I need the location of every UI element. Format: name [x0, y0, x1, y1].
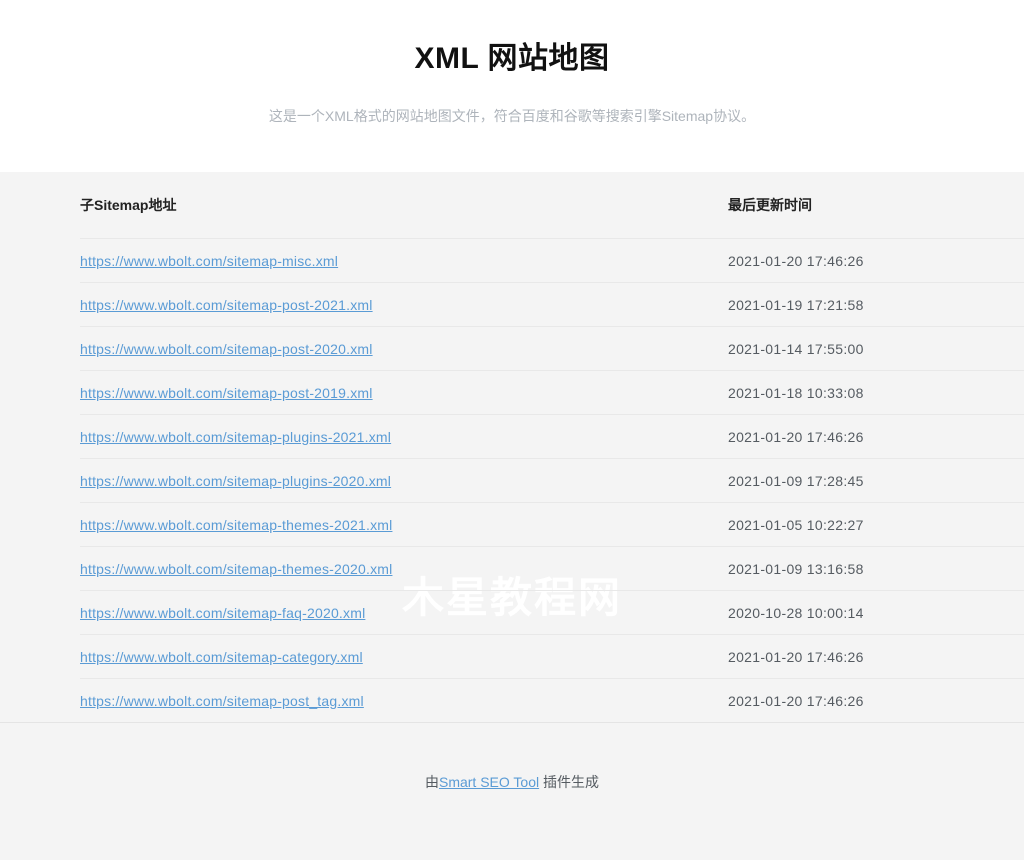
sitemap-lastmod-cell: 2021-01-14 17:55:00	[728, 326, 1024, 371]
page-subtitle: 这是一个XML格式的网站地图文件，符合百度和谷歌等搜索引擎Sitemap协议。	[268, 108, 756, 124]
sitemap-url-cell: https://www.wbolt.com/sitemap-plugins-20…	[80, 414, 728, 459]
table-row: https://www.wbolt.com/sitemap-faq-2020.x…	[80, 590, 1024, 635]
sitemap-url-link[interactable]: https://www.wbolt.com/sitemap-post-2020.…	[80, 341, 373, 357]
column-header-date: 最后更新时间	[728, 172, 1024, 239]
sitemap-lastmod-cell: 2021-01-09 13:16:58	[728, 546, 1024, 591]
sitemap-url-link[interactable]: https://www.wbolt.com/sitemap-post-2021.…	[80, 297, 373, 313]
table-row: https://www.wbolt.com/sitemap-category.x…	[80, 634, 1024, 679]
table-head: 子Sitemap地址 最后更新时间	[80, 172, 1024, 239]
table-row: https://www.wbolt.com/sitemap-post-2021.…	[80, 282, 1024, 327]
footer-suffix-text: 插件生成	[539, 774, 599, 790]
sitemap-url-cell: https://www.wbolt.com/sitemap-post_tag.x…	[80, 679, 728, 723]
sitemap-table: 子Sitemap地址 最后更新时间 https://www.wbolt.com/…	[80, 172, 1024, 722]
page-footer: 由Smart SEO Tool 插件生成	[0, 723, 1024, 792]
sitemap-url-cell: https://www.wbolt.com/sitemap-post-2019.…	[80, 370, 728, 415]
sitemap-url-cell: https://www.wbolt.com/sitemap-category.x…	[80, 634, 728, 679]
table-row: https://www.wbolt.com/sitemap-misc.xml 20…	[80, 238, 1024, 283]
sitemap-lastmod-cell: 2021-01-18 10:33:08	[728, 370, 1024, 415]
sitemap-url-link[interactable]: https://www.wbolt.com/sitemap-post_tag.x…	[80, 693, 364, 709]
sitemap-lastmod-cell: 2021-01-20 17:46:26	[728, 692, 864, 709]
page-header: XML 网站地图 这是一个XML格式的网站地图文件，符合百度和谷歌等搜索引擎Si…	[0, 0, 1024, 172]
sitemap-url-link[interactable]: https://www.wbolt.com/sitemap-category.x…	[80, 649, 363, 665]
table-body: https://www.wbolt.com/sitemap-misc.xml 20…	[80, 238, 1024, 723]
table-row: https://www.wbolt.com/sitemap-plugins-20…	[80, 414, 1024, 459]
table-row: https://www.wbolt.com/sitemap-post-2020.…	[80, 326, 1024, 371]
sitemap-lastmod-cell: 2021-01-19 17:21:58	[728, 282, 1024, 327]
sitemap-lastmod-cell: 2021-01-20 17:46:26	[728, 414, 1024, 459]
sitemap-lastmod-cell: 2021-01-05 10:22:27	[728, 502, 1024, 547]
footer-prefix-text: 由	[424, 774, 439, 790]
sitemap-url-link[interactable]: https://www.wbolt.com/sitemap-misc.xml	[80, 253, 338, 269]
sitemap-url-link[interactable]: https://www.wbolt.com/sitemap-themes-202…	[80, 561, 392, 577]
sitemap-url-link[interactable]: https://www.wbolt.com/sitemap-plugins-20…	[80, 429, 391, 445]
page-body: 木星教程网 子Sitemap地址 最后更新时间 https://www.wbol…	[0, 172, 1024, 792]
table-row: https://www.wbolt.com/sitemap-post_tag.x…	[80, 679, 1024, 723]
table-header-row: 子Sitemap地址 最后更新时间	[80, 172, 1024, 239]
sitemap-url-cell: https://www.wbolt.com/sitemap-misc.xml	[80, 238, 728, 283]
sitemap-url-cell: https://www.wbolt.com/sitemap-post-2020.…	[80, 326, 728, 371]
column-header-url: 子Sitemap地址	[80, 172, 728, 239]
sitemap-lastmod-cell: 2020-10-28 10:00:14	[728, 590, 1024, 635]
table-row: https://www.wbolt.com/sitemap-themes-202…	[80, 546, 1024, 591]
smart-seo-tool-link[interactable]: Smart SEO Tool	[439, 774, 539, 790]
sitemap-lastmod-cell: 2021-01-09 17:28:45	[728, 458, 1024, 503]
sitemap-url-cell: https://www.wbolt.com/sitemap-themes-202…	[80, 546, 728, 591]
sitemap-lastmod-cell: 2021-01-20 17:46:26	[728, 634, 1024, 679]
sitemap-url-link[interactable]: https://www.wbolt.com/sitemap-post-2019.…	[80, 385, 373, 401]
sitemap-url-link[interactable]: https://www.wbolt.com/sitemap-faq-2020.x…	[80, 605, 365, 621]
sitemap-url-link[interactable]: https://www.wbolt.com/sitemap-themes-202…	[80, 517, 392, 533]
sitemap-url-cell: https://www.wbolt.com/sitemap-plugins-20…	[80, 458, 728, 503]
sitemap-url-link[interactable]: https://www.wbolt.com/sitemap-plugins-20…	[80, 473, 391, 489]
sitemap-url-cell: https://www.wbolt.com/sitemap-post-2021.…	[80, 282, 728, 327]
table-row: https://www.wbolt.com/sitemap-plugins-20…	[80, 458, 1024, 503]
sitemap-lastmod-cell: 2021-01-20 17:46:26	[728, 238, 1024, 283]
table-row: https://www.wbolt.com/sitemap-post-2019.…	[80, 370, 1024, 415]
table-row: https://www.wbolt.com/sitemap-themes-202…	[80, 502, 1024, 547]
sitemap-url-cell: https://www.wbolt.com/sitemap-faq-2020.x…	[80, 590, 728, 635]
sitemap-url-cell: https://www.wbolt.com/sitemap-themes-202…	[80, 502, 728, 547]
page-title: XML 网站地图	[414, 42, 610, 75]
